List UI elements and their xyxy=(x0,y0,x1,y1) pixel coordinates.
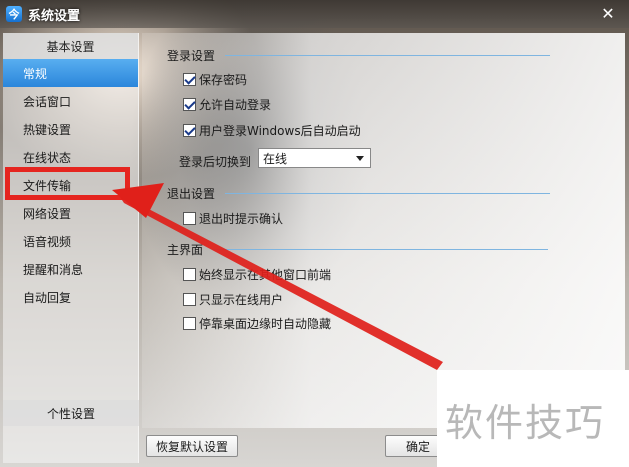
option-label: 始终显示在其他窗口前端 xyxy=(199,268,332,282)
checkbox[interactable] xyxy=(183,124,196,137)
app-logo-icon: 今 xyxy=(6,6,22,22)
main-ui-section-header: 主界面 xyxy=(167,241,549,258)
sidebar-item-chat-window[interactable]: 会话窗口 xyxy=(3,87,138,115)
auto-login-option[interactable]: 允许自动登录 xyxy=(183,96,271,113)
checkbox[interactable] xyxy=(183,212,196,225)
checkbox[interactable] xyxy=(183,268,196,281)
online-only-option[interactable]: 只显示在线用户 xyxy=(183,291,283,308)
checkbox[interactable] xyxy=(183,98,196,111)
save-password-option[interactable]: 保存密码 xyxy=(183,71,247,88)
sidebar-item-hotkeys[interactable]: 热键设置 xyxy=(3,115,138,143)
sidebar-item-auto-reply[interactable]: 自动回复 xyxy=(3,283,138,311)
section-title: 退出设置 xyxy=(167,187,216,201)
sidebar-personalization[interactable]: 个性设置 xyxy=(3,400,139,426)
option-label: 允许自动登录 xyxy=(199,98,272,112)
close-button[interactable]: ✕ xyxy=(597,3,619,23)
exit-confirm-option[interactable]: 退出时提示确认 xyxy=(183,210,283,227)
window-title: 系统设置 xyxy=(28,8,81,24)
section-divider xyxy=(225,193,551,194)
checkbox[interactable] xyxy=(183,317,196,330)
checkbox[interactable] xyxy=(183,293,196,306)
exit-section-header: 退出设置 xyxy=(167,185,551,202)
always-on-top-option[interactable]: 始终显示在其他窗口前端 xyxy=(183,266,331,283)
section-divider xyxy=(225,55,551,56)
chevron-down-icon xyxy=(356,156,364,161)
option-label: 只显示在线用户 xyxy=(199,293,284,307)
sidebar-item-notifications[interactable]: 提醒和消息 xyxy=(3,255,138,283)
login-section-header: 登录设置 xyxy=(167,47,551,64)
checkbox[interactable] xyxy=(183,73,196,86)
restore-defaults-button[interactable]: 恢复默认设置 xyxy=(146,435,238,457)
sidebar: 基本设置 常规 会话窗口 热键设置 在线状态 文件传输 网络设置 语音视频 提醒… xyxy=(3,33,139,463)
autostart-option[interactable]: 用户登录Windows后自动启动 xyxy=(183,122,361,139)
settings-panel: 登录设置 保存密码 允许自动登录 用户登录Windows后自动启动 登录后切换到… xyxy=(142,33,625,428)
auto-hide-option[interactable]: 停靠桌面边缘时自动隐藏 xyxy=(183,315,331,332)
sidebar-item-network[interactable]: 网络设置 xyxy=(3,199,138,227)
status-select[interactable]: 在线 xyxy=(258,148,371,168)
sidebar-item-general[interactable]: 常规 xyxy=(3,59,138,87)
section-title: 主界面 xyxy=(167,243,204,257)
sidebar-item-audio-video[interactable]: 语音视频 xyxy=(3,227,138,255)
switch-status-label: 登录后切换到 xyxy=(179,155,252,169)
section-title: 登录设置 xyxy=(167,49,216,63)
status-select-value: 在线 xyxy=(263,151,288,166)
option-label: 用户登录Windows后自动启动 xyxy=(199,124,361,138)
sidebar-header: 基本设置 xyxy=(3,33,138,59)
title-bar: 今 系统设置 ✕ xyxy=(0,0,629,28)
highlight-box xyxy=(5,167,130,200)
option-label: 保存密码 xyxy=(199,73,248,87)
watermark-text: 软件技巧 xyxy=(445,401,606,445)
option-label: 退出时提示确认 xyxy=(199,212,284,226)
section-divider xyxy=(213,249,549,250)
option-label: 停靠桌面边缘时自动隐藏 xyxy=(199,317,332,331)
